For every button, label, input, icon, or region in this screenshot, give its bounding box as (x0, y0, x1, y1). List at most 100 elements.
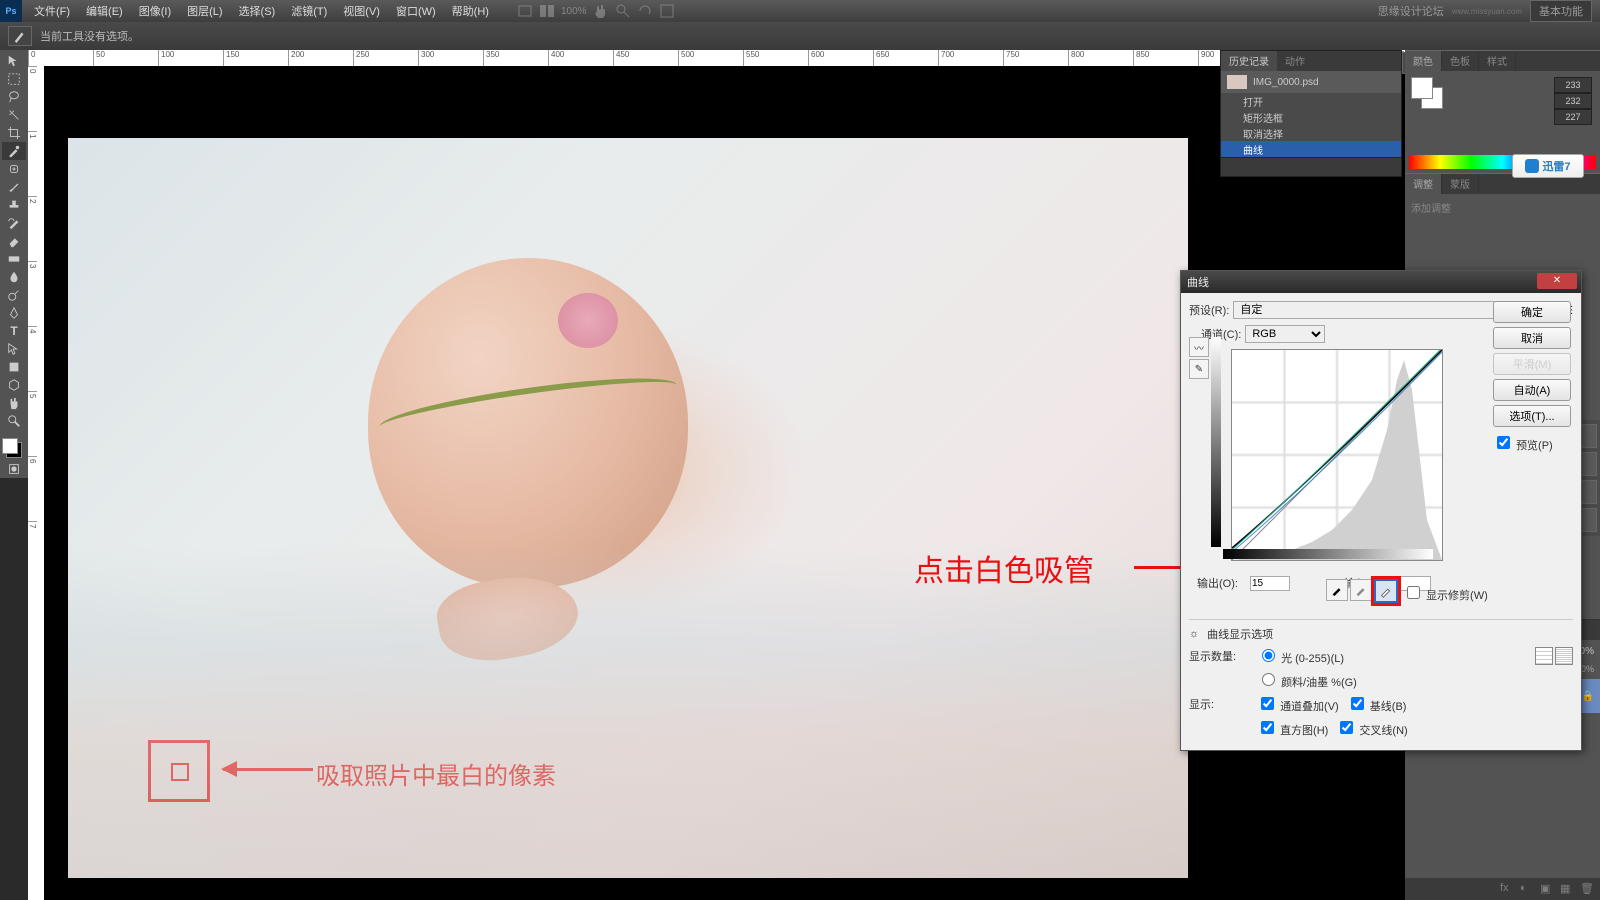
point-tool-icon[interactable]: 〰 (1189, 337, 1209, 357)
menu-edit[interactable]: 编辑(E) (78, 3, 131, 19)
mask-icon[interactable]: ◐ (1520, 882, 1534, 896)
color-swatch-pair[interactable] (1411, 77, 1443, 109)
zoom-tool[interactable] (2, 412, 26, 430)
histogram-checkbox[interactable] (1261, 721, 1274, 734)
dialog-title: 曲线 (1187, 274, 1209, 290)
auto-button[interactable]: 自动(A) (1493, 379, 1571, 401)
hand-icon[interactable] (593, 3, 609, 19)
menu-view[interactable]: 视图(V) (335, 3, 388, 19)
gray-point-eyedropper[interactable] (1350, 579, 1372, 601)
pen-tool[interactable] (2, 304, 26, 322)
ruler-horizontal: 0501001502002503003504004505005506006507… (28, 50, 1405, 66)
tab-history[interactable]: 历史记录 (1221, 51, 1277, 71)
menu-image[interactable]: 图像(I) (131, 3, 179, 19)
menu-help[interactable]: 帮助(H) (444, 3, 497, 19)
output-label: 输出(O): (1197, 575, 1238, 591)
curve-display-options: ☼ 曲线显示选项 显示数量: 光 (0-255)(L) 颜料/油墨 %(G) 显… (1189, 619, 1573, 738)
adjustments-panel: 调整 蒙版 添加调整 (1405, 173, 1600, 266)
type-tool[interactable]: T (2, 322, 26, 340)
eyedropper-tool[interactable] (2, 142, 26, 160)
history-brush-tool[interactable] (2, 214, 26, 232)
zoom-icon[interactable] (615, 3, 631, 19)
blur-tool[interactable] (2, 268, 26, 286)
preview-checkbox[interactable] (1497, 436, 1510, 449)
path-tool[interactable] (2, 340, 26, 358)
heal-tool[interactable] (2, 160, 26, 178)
overlay-checkbox[interactable] (1261, 697, 1274, 710)
dialog-titlebar[interactable]: 曲线 ✕ (1181, 271, 1581, 293)
screen-mode-icon[interactable] (659, 3, 675, 19)
3d-tool[interactable] (2, 376, 26, 394)
menu-select[interactable]: 选择(S) (231, 3, 284, 19)
zoom-level[interactable]: 100% (561, 6, 587, 17)
baseline-checkbox[interactable] (1351, 697, 1364, 710)
hand-tool[interactable] (2, 394, 26, 412)
wand-tool[interactable] (2, 106, 26, 124)
tab-actions[interactable]: 动作 (1277, 51, 1313, 71)
document-image[interactable]: 吸取照片中最白的像素 (68, 138, 1188, 878)
brush-tool[interactable] (2, 178, 26, 196)
intersection-checkbox[interactable] (1340, 721, 1353, 734)
tab-masks[interactable]: 蒙版 (1442, 174, 1479, 194)
grid-simple-icon[interactable] (1535, 647, 1553, 665)
history-item-selected[interactable]: 曲线 (1221, 141, 1401, 157)
b-value[interactable] (1554, 109, 1592, 125)
photoshop-icon: Ps (0, 0, 22, 22)
black-point-eyedropper[interactable] (1326, 579, 1348, 601)
current-tool-icon[interactable] (8, 26, 32, 46)
curve-line (1232, 350, 1442, 560)
tab-styles[interactable]: 样式 (1479, 51, 1516, 71)
history-footer (1221, 157, 1401, 176)
move-tool[interactable] (2, 52, 26, 70)
close-button[interactable]: ✕ (1537, 273, 1577, 289)
photo-detail (432, 566, 584, 669)
menu-layer[interactable]: 图层(L) (179, 3, 230, 19)
cancel-button[interactable]: 取消 (1493, 327, 1571, 349)
eraser-tool[interactable] (2, 232, 26, 250)
display-options-header[interactable]: 曲线显示选项 (1207, 626, 1273, 642)
xunlei-badge[interactable]: 迅雷7 (1512, 154, 1584, 178)
arrange-icon[interactable] (539, 3, 555, 19)
quickmask-tool[interactable] (2, 460, 26, 478)
curve-graph[interactable] (1231, 349, 1443, 561)
amount-light-radio[interactable] (1262, 649, 1275, 662)
stamp-tool[interactable] (2, 196, 26, 214)
tab-swatches[interactable]: 色板 (1442, 51, 1479, 71)
rotate-icon[interactable] (637, 3, 653, 19)
menu-window[interactable]: 窗口(W) (388, 3, 444, 19)
history-item[interactable]: 取消选择 (1221, 125, 1401, 141)
curve-edit-tools: 〰 ✎ (1189, 337, 1209, 379)
lasso-tool[interactable] (2, 88, 26, 106)
output-field[interactable] (1250, 576, 1290, 591)
color-swatches[interactable] (0, 436, 24, 460)
history-snapshot[interactable]: IMG_0000.psd (1221, 71, 1401, 93)
crop-tool[interactable] (2, 124, 26, 142)
shape-tool[interactable] (2, 358, 26, 376)
workspace-switcher[interactable]: 基本功能 (1530, 0, 1592, 22)
trash-icon[interactable]: 🗑 (1580, 882, 1594, 896)
toolbox: T (0, 50, 29, 478)
options-button[interactable]: 选项(T)... (1493, 405, 1571, 427)
tab-color[interactable]: 颜色 (1405, 51, 1442, 71)
tab-adjustments[interactable]: 调整 (1405, 174, 1442, 194)
menu-filter[interactable]: 滤镜(T) (283, 3, 335, 19)
bridge-icon[interactable] (517, 3, 533, 19)
g-value[interactable] (1554, 93, 1592, 109)
pencil-tool-icon[interactable]: ✎ (1189, 359, 1209, 379)
marquee-tool[interactable] (2, 70, 26, 88)
r-value[interactable] (1554, 77, 1592, 93)
dodge-tool[interactable] (2, 286, 26, 304)
group-icon[interactable]: ▣ (1540, 882, 1554, 896)
white-point-eyedropper[interactable] (1374, 579, 1398, 603)
show-clipping-checkbox[interactable] (1407, 586, 1420, 599)
fx-icon[interactable]: fx (1500, 882, 1514, 896)
channel-select[interactable]: RGB (1245, 325, 1325, 343)
history-item[interactable]: 打开 (1221, 93, 1401, 109)
menu-file[interactable]: 文件(F) (26, 3, 78, 19)
grid-detail-icon[interactable] (1555, 647, 1573, 665)
new-layer-icon[interactable]: ▦ (1560, 882, 1574, 896)
gradient-tool[interactable] (2, 250, 26, 268)
history-item[interactable]: 矩形选框 (1221, 109, 1401, 125)
ok-button[interactable]: 确定 (1493, 301, 1571, 323)
amount-ink-radio[interactable] (1262, 673, 1275, 686)
